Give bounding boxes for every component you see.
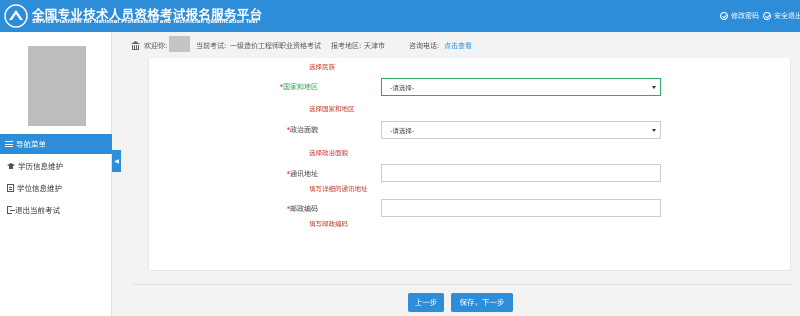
- institution-icon: [131, 41, 140, 50]
- platform-subtitle: Service Platform for National Profession…: [32, 19, 258, 25]
- form-divider: [133, 284, 793, 285]
- menu-bars-icon: [5, 141, 13, 147]
- platform-logo-icon: [4, 4, 28, 28]
- sidebar-item-label: 学历信息维护: [18, 161, 63, 171]
- previous-step-button[interactable]: 上一步: [408, 293, 444, 312]
- postal-code-label: *邮政编码: [286, 205, 319, 213]
- save-next-button[interactable]: 保存，下一步: [451, 293, 513, 312]
- sidebar-item-education[interactable]: 学历信息维护: [0, 156, 112, 176]
- sidebar-item-degree[interactable]: 学位信息维护: [0, 178, 112, 198]
- change-password-label: 修改密码: [731, 12, 759, 20]
- top-header: 全国专业技术人员资格考试报名服务平台 Service Platform for …: [0, 0, 800, 32]
- form-card: 选择民族 *国家和地区 -请选择- 选择国家和地区 *政治面貌 -请选择- 选择…: [148, 58, 791, 271]
- welcome-label: 欢迎你:: [144, 42, 168, 50]
- safe-exit-link[interactable]: 安全退出: [763, 11, 800, 21]
- sign-out-icon: [7, 206, 15, 214]
- caret-down-icon: [652, 129, 656, 132]
- political-status-select[interactable]: -请选择-: [381, 121, 661, 139]
- user-photo-placeholder: [28, 46, 86, 126]
- phone-label: 咨询电话:: [409, 42, 440, 50]
- address-input[interactable]: [381, 164, 661, 182]
- address-hint: 填写详细的通讯地址: [309, 185, 368, 193]
- current-exam-value: 一级造价工程师职业资格考试: [230, 42, 321, 50]
- sidebar-item-exit-exam[interactable]: 退出当前考试: [0, 200, 112, 220]
- info-bar: 欢迎你: 当前考试: 一级造价工程师职业资格考试 报考地区: 天津市 咨询电话:…: [121, 32, 800, 58]
- sidebar: 导航菜单 学历信息维护 学位信息维护 退出当前考试: [0, 32, 112, 316]
- country-hint: 选择国家和地区: [309, 105, 355, 113]
- sidebar-item-label: 退出当前考试: [15, 205, 60, 215]
- country-select[interactable]: -请选择-: [381, 78, 661, 96]
- change-password-link[interactable]: 修改密码: [720, 11, 759, 21]
- address-label: *通讯地址: [286, 170, 319, 178]
- safe-exit-label: 安全退出: [774, 12, 800, 20]
- main-content: 选择民族 *国家和地区 -请选择- 选择国家和地区 *政治面貌 -请选择- 选择…: [121, 58, 800, 316]
- graduation-cap-icon: [7, 162, 15, 170]
- region-label: 报考地区:: [331, 42, 362, 50]
- political-status-label: *政治面貌: [286, 126, 319, 134]
- power-icon: [763, 12, 771, 20]
- nav-menu-title: 导航菜单: [16, 139, 46, 149]
- sidebar-collapse-toggle[interactable]: ◀: [112, 150, 121, 172]
- postal-code-hint: 填写邮政编码: [309, 220, 348, 228]
- document-icon: [7, 184, 14, 192]
- political-status-hint: 选择政治面貌: [309, 149, 348, 157]
- ethnicity-hint: 选择民族: [309, 63, 335, 71]
- region-value: 天津市: [364, 42, 385, 50]
- nav-menu-header: 导航菜单: [0, 134, 112, 154]
- caret-down-icon: [652, 86, 656, 89]
- postal-code-input[interactable]: [381, 199, 661, 217]
- check-circle-icon: [720, 12, 728, 20]
- current-exam-label: 当前考试:: [196, 42, 227, 50]
- phone-view-link[interactable]: 点击查看: [444, 41, 472, 51]
- sidebar-item-label: 学位信息维护: [17, 183, 62, 193]
- country-label: *国家和地区: [279, 83, 319, 91]
- user-name-masked: [169, 36, 190, 52]
